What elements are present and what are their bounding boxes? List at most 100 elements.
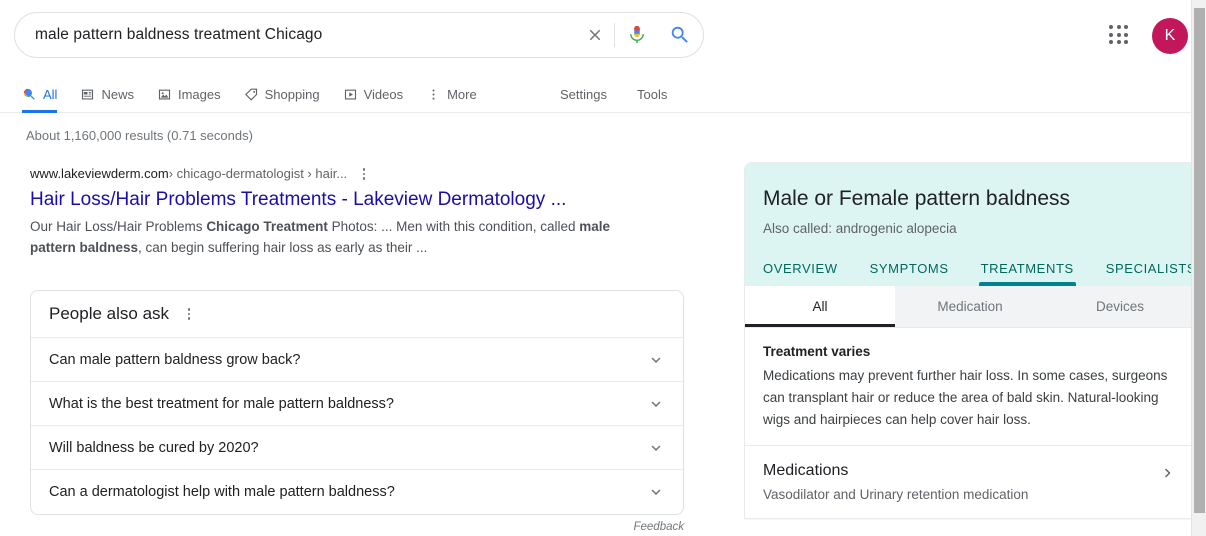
treatment-section: Treatment varies Medications may prevent… bbox=[745, 328, 1195, 445]
dot bbox=[363, 173, 366, 176]
apps-dot bbox=[1117, 40, 1121, 44]
apps-dot bbox=[1124, 25, 1128, 29]
paa-question-text: What is the best treatment for male patt… bbox=[49, 396, 394, 412]
kp-subtab-all[interactable]: All bbox=[745, 286, 895, 327]
feedback-link[interactable]: Feedback bbox=[0, 521, 684, 533]
search-nav-bar: All News Images Shopping bbox=[0, 76, 1206, 113]
more-vertical-icon[interactable] bbox=[182, 305, 196, 323]
dot bbox=[188, 313, 191, 316]
dot bbox=[363, 177, 366, 180]
tab-images[interactable]: Images bbox=[157, 76, 221, 112]
more-vertical-icon bbox=[426, 87, 441, 102]
paa-question-row[interactable]: Can a dermatologist help with male patte… bbox=[31, 470, 683, 514]
apps-dot bbox=[1109, 25, 1113, 29]
medications-row-text: Medications Vasodilator and Urinary rete… bbox=[763, 460, 1028, 502]
result-snippet: Our Hair Loss/Hair Problems Chicago Trea… bbox=[30, 216, 640, 258]
snippet-text: Our Hair Loss/Hair Problems bbox=[30, 219, 206, 234]
tab-label: More bbox=[447, 87, 477, 102]
search-result-item: www.lakeviewderm.com › chicago-dermatolo… bbox=[0, 143, 660, 258]
search-results-column: About 1,160,000 results (0.71 seconds) w… bbox=[0, 113, 740, 533]
nav-tabs: All News Images Shopping bbox=[22, 76, 500, 112]
search-input[interactable] bbox=[15, 26, 578, 44]
settings-link[interactable]: Settings bbox=[560, 87, 607, 102]
apps-dot bbox=[1109, 33, 1113, 37]
knowledge-panel-title: Male or Female pattern baldness bbox=[763, 185, 1177, 212]
chevron-right-icon[interactable] bbox=[1159, 460, 1177, 487]
knowledge-panel-tabs: OVERVIEW SYMPTOMS TREATMENTS SPECIALISTS bbox=[763, 252, 1177, 286]
result-menu-icon[interactable] bbox=[357, 165, 371, 183]
paa-question-text: Can male pattern baldness grow back? bbox=[49, 352, 300, 368]
dot bbox=[188, 317, 191, 320]
result-domain: www.lakeviewderm.com bbox=[30, 165, 169, 183]
dot bbox=[188, 308, 191, 311]
knowledge-panel-subtabs: All Medication Devices bbox=[745, 286, 1195, 328]
paa-question-text: Can a dermatologist help with male patte… bbox=[49, 484, 395, 500]
snippet-text: Photos: ... Men with this condition, cal… bbox=[328, 219, 579, 234]
apps-dot bbox=[1117, 33, 1121, 37]
chevron-down-icon[interactable] bbox=[647, 483, 665, 501]
kp-subtab-medication[interactable]: Medication bbox=[895, 286, 1045, 327]
tag-icon bbox=[244, 87, 259, 102]
result-stats: About 1,160,000 results (0.71 seconds) bbox=[0, 113, 740, 143]
medications-subtitle: Vasodilator and Urinary retention medica… bbox=[763, 487, 1028, 502]
news-icon bbox=[80, 87, 95, 102]
search-divider bbox=[614, 23, 615, 47]
tab-label: Shopping bbox=[265, 87, 320, 102]
tab-videos[interactable]: Videos bbox=[343, 76, 404, 112]
page-scrollbar-thumb[interactable] bbox=[1194, 8, 1205, 513]
people-also-ask-title: People also ask bbox=[49, 304, 169, 324]
result-url-row: www.lakeviewderm.com › chicago-dermatolo… bbox=[30, 165, 660, 183]
dot bbox=[363, 168, 366, 171]
result-breadcrumb: › chicago-dermatologist › hair... bbox=[169, 165, 347, 183]
kp-tab-specialists[interactable]: SPECIALISTS bbox=[1106, 261, 1196, 286]
snippet-bold: Chicago Treatment bbox=[206, 219, 328, 234]
paa-question-row[interactable]: What is the best treatment for male patt… bbox=[31, 382, 683, 426]
paa-question-text: Will baldness be cured by 2020? bbox=[49, 440, 259, 456]
search-icon[interactable] bbox=[657, 12, 703, 58]
chevron-down-icon[interactable] bbox=[647, 351, 665, 369]
tab-label: News bbox=[101, 87, 134, 102]
kp-tab-overview[interactable]: OVERVIEW bbox=[763, 261, 838, 286]
treatment-section-title: Treatment varies bbox=[763, 344, 1177, 359]
tab-more[interactable]: More bbox=[426, 76, 477, 112]
microphone-icon[interactable] bbox=[617, 12, 657, 58]
kp-tab-treatments[interactable]: TREATMENTS bbox=[981, 261, 1074, 286]
page-scrollbar-track[interactable] bbox=[1191, 0, 1206, 536]
apps-dot bbox=[1124, 33, 1128, 37]
nav-right-links: Settings Tools bbox=[560, 76, 697, 112]
apps-dot bbox=[1124, 40, 1128, 44]
medications-title: Medications bbox=[763, 460, 1028, 482]
knowledge-panel-subtitle: Also called: androgenic alopecia bbox=[763, 221, 1177, 236]
page-header: K All News bbox=[0, 0, 1206, 113]
tools-link[interactable]: Tools bbox=[637, 87, 667, 102]
kp-subtab-devices[interactable]: Devices bbox=[1045, 286, 1195, 327]
treatment-section-body: Medications may prevent further hair los… bbox=[763, 365, 1177, 431]
tab-all[interactable]: All bbox=[22, 76, 57, 112]
avatar[interactable]: K bbox=[1152, 18, 1188, 54]
chevron-down-icon[interactable] bbox=[647, 395, 665, 413]
video-icon bbox=[343, 87, 358, 102]
tab-label: Images bbox=[178, 87, 221, 102]
snippet-text: , can begin suffering hair loss as early… bbox=[138, 240, 427, 255]
people-also-ask-card: People also ask Can male pattern baldnes… bbox=[30, 290, 684, 515]
paa-question-row[interactable]: Will baldness be cured by 2020? bbox=[31, 426, 683, 470]
close-icon[interactable] bbox=[578, 12, 612, 58]
kp-tab-symptoms[interactable]: SYMPTOMS bbox=[870, 261, 949, 286]
paa-question-row[interactable]: Can male pattern baldness grow back? bbox=[31, 338, 683, 382]
tab-news[interactable]: News bbox=[80, 76, 134, 112]
apps-dot bbox=[1117, 25, 1121, 29]
apps-grid-icon[interactable] bbox=[1106, 22, 1132, 48]
knowledge-panel-header: Male or Female pattern baldness Also cal… bbox=[745, 163, 1195, 286]
knowledge-panel: Male or Female pattern baldness Also cal… bbox=[744, 162, 1196, 519]
result-title-link[interactable]: Hair Loss/Hair Problems Treatments - Lak… bbox=[30, 186, 660, 213]
people-also-ask-header: People also ask bbox=[31, 291, 683, 338]
tab-label: Videos bbox=[364, 87, 404, 102]
tab-shopping[interactable]: Shopping bbox=[244, 76, 320, 112]
medications-row[interactable]: Medications Vasodilator and Urinary rete… bbox=[745, 445, 1195, 518]
apps-dot bbox=[1109, 40, 1113, 44]
image-icon bbox=[157, 87, 172, 102]
chevron-down-icon[interactable] bbox=[647, 439, 665, 457]
search-bar[interactable] bbox=[14, 12, 704, 58]
tab-label: All bbox=[43, 87, 57, 102]
google-search-icon bbox=[22, 87, 37, 102]
